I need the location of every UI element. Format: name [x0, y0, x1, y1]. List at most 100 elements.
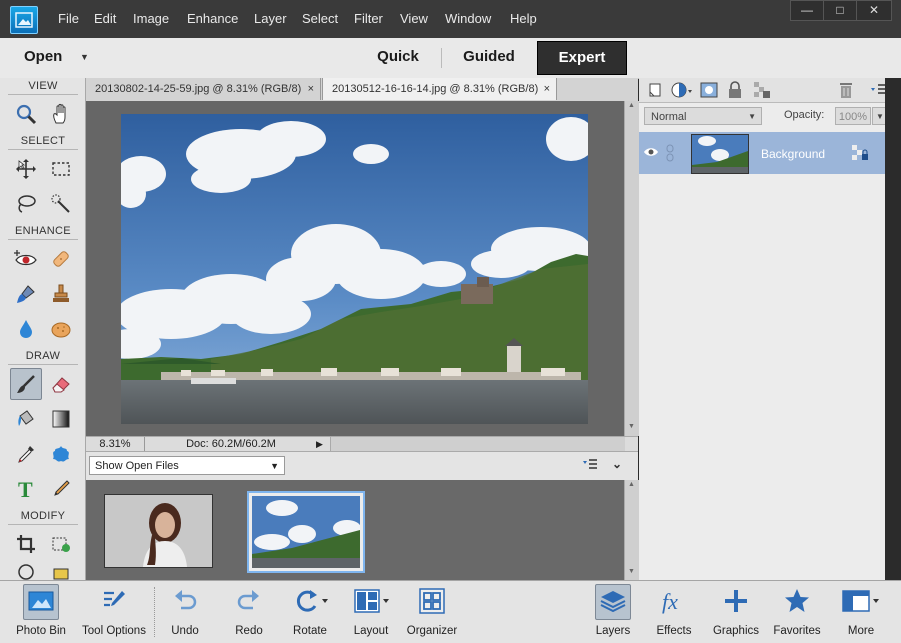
document-tab[interactable]: 20130802-14-25-59.jpg @ 8.31% (RGB/8) ×: [86, 78, 321, 100]
lock-transparent-icon[interactable]: [753, 81, 771, 102]
adjustment-layer-icon[interactable]: [671, 81, 693, 102]
tab-guided[interactable]: Guided: [442, 41, 536, 73]
redo-button[interactable]: Redo: [224, 581, 274, 643]
move-tool-icon[interactable]: [10, 153, 42, 185]
task-bar: Photo Bin Tool Options Undo Redo Rotate …: [0, 580, 901, 643]
layout-button[interactable]: Layout: [346, 581, 396, 643]
show-open-files-dropdown[interactable]: Show Open Files ▼: [89, 456, 285, 475]
menu-select[interactable]: Select: [302, 11, 338, 26]
layers-button[interactable]: Layers: [588, 581, 638, 643]
opacity-field[interactable]: 100%: [835, 107, 871, 125]
zoom-level[interactable]: 8.31%: [86, 437, 145, 451]
menu-image[interactable]: Image: [133, 11, 169, 26]
favorites-label: Favorites: [773, 625, 821, 637]
undo-label: Undo: [171, 625, 199, 637]
menu-help[interactable]: Help: [510, 11, 537, 26]
group-label-view: VIEW: [28, 80, 58, 92]
layer-row[interactable]: Background: [639, 132, 885, 174]
rotate-label: Rotate: [293, 625, 327, 637]
brush-tool-icon[interactable]: [10, 368, 42, 400]
close-tab-icon[interactable]: ×: [544, 78, 550, 100]
status-bar: 8.31% Doc: 60.2M/60.2M ▶: [86, 436, 638, 452]
more-button[interactable]: More: [836, 581, 886, 643]
document-tab-active[interactable]: 20130512-16-16-14.jpg @ 8.31% (RGB/8) ×: [322, 78, 557, 100]
mode-bar: Open ▼ Quick Guided Expert: [0, 38, 901, 79]
divider: [8, 364, 78, 365]
tab-quick[interactable]: Quick: [358, 41, 438, 73]
collapse-bin-chevron-icon[interactable]: ⌄: [612, 457, 622, 471]
gradient-tool-icon[interactable]: [45, 403, 77, 435]
menu-file[interactable]: File: [58, 11, 79, 26]
effects-button[interactable]: fx Effects: [649, 581, 699, 643]
open-dropdown-caret-icon[interactable]: ▼: [80, 52, 89, 62]
lasso-tool-icon[interactable]: [10, 188, 42, 220]
organizer-button[interactable]: Organizer: [402, 581, 462, 643]
scroll-up-icon[interactable]: ▲: [628, 481, 635, 488]
custom-shape-tool-icon[interactable]: [45, 438, 77, 470]
visibility-eye-icon[interactable]: [643, 146, 659, 161]
bin-options-menu-icon[interactable]: [582, 458, 598, 475]
clone-stamp-tool-icon[interactable]: [45, 278, 77, 310]
layer-name[interactable]: Background: [761, 147, 825, 161]
blend-mode-dropdown[interactable]: Normal ▼: [644, 107, 762, 125]
tool-options-button[interactable]: Tool Options: [78, 581, 150, 643]
scroll-up-icon[interactable]: ▲: [628, 102, 635, 109]
favorites-button[interactable]: Favorites: [770, 581, 824, 643]
new-layer-icon[interactable]: [647, 82, 663, 101]
layer-link-icon[interactable]: [666, 144, 674, 165]
hand-tool-icon[interactable]: [45, 98, 77, 130]
lock-all-icon[interactable]: [728, 81, 742, 102]
zoom-tool-icon[interactable]: [10, 98, 42, 130]
close-window-button[interactable]: ✕: [856, 0, 892, 21]
eyedropper-tool-icon[interactable]: [10, 438, 42, 470]
divider: [154, 587, 156, 637]
maximize-button[interactable]: □: [823, 0, 857, 21]
canvas-vertical-scrollbar[interactable]: ▲ ▼: [624, 101, 639, 436]
scroll-down-icon[interactable]: ▼: [628, 423, 635, 430]
photo-thumbnail[interactable]: [104, 494, 213, 568]
layers-panel: Normal ▼ Opacity: 100% ▼ Background: [639, 78, 895, 580]
layer-locked-icon: [851, 144, 869, 165]
menu-layer[interactable]: Layer: [254, 11, 287, 26]
smart-brush-tool-icon[interactable]: [10, 278, 42, 310]
recompose-tool-icon[interactable]: [45, 528, 77, 560]
document-image[interactable]: [121, 114, 588, 424]
menu-view[interactable]: View: [400, 11, 428, 26]
organizer-label: Organizer: [406, 625, 458, 637]
menu-edit[interactable]: Edit: [94, 11, 116, 26]
chevron-down-icon: ▼: [270, 461, 279, 471]
graphics-button[interactable]: Graphics: [710, 581, 762, 643]
sponge-tool-icon[interactable]: [45, 313, 77, 345]
rotate-button[interactable]: Rotate: [284, 581, 336, 643]
straighten-tool-icon[interactable]: [45, 563, 77, 580]
paint-bucket-tool-icon[interactable]: [10, 403, 42, 435]
undo-button[interactable]: Undo: [160, 581, 210, 643]
tab-expert[interactable]: Expert: [537, 41, 627, 75]
crop-tool-icon[interactable]: [10, 528, 42, 560]
trash-icon[interactable]: [838, 81, 854, 102]
eraser-tool-icon[interactable]: [45, 368, 77, 400]
blur-tool-icon[interactable]: [10, 313, 42, 345]
healing-brush-tool-icon[interactable]: [45, 243, 77, 275]
content-aware-move-tool-icon[interactable]: [10, 563, 42, 580]
photo-thumbnail-selected[interactable]: [247, 491, 365, 573]
panel-edge: [885, 78, 901, 580]
menu-window[interactable]: Window: [445, 11, 491, 26]
canvas-horizontal-scrollbar[interactable]: [330, 437, 625, 451]
scroll-down-icon[interactable]: ▼: [628, 568, 635, 575]
menu-enhance[interactable]: Enhance: [187, 11, 238, 26]
status-menu-arrow-icon[interactable]: ▶: [316, 437, 328, 451]
photo-bin-button[interactable]: Photo Bin: [8, 581, 74, 643]
red-eye-tool-icon[interactable]: [10, 243, 42, 275]
menu-filter[interactable]: Filter: [354, 11, 383, 26]
layer-mask-icon[interactable]: [700, 82, 718, 101]
open-button[interactable]: Open: [24, 48, 62, 65]
quick-selection-tool-icon[interactable]: [45, 188, 77, 220]
group-label-modify: MODIFY: [20, 510, 66, 522]
type-tool-icon[interactable]: T: [10, 473, 42, 505]
minimize-button[interactable]: —: [790, 0, 824, 21]
pencil-tool-icon[interactable]: [45, 473, 77, 505]
close-tab-icon[interactable]: ×: [308, 78, 314, 100]
marquee-tool-icon[interactable]: [45, 153, 77, 185]
photo-bin-scrollbar[interactable]: ▲ ▼: [624, 480, 639, 580]
